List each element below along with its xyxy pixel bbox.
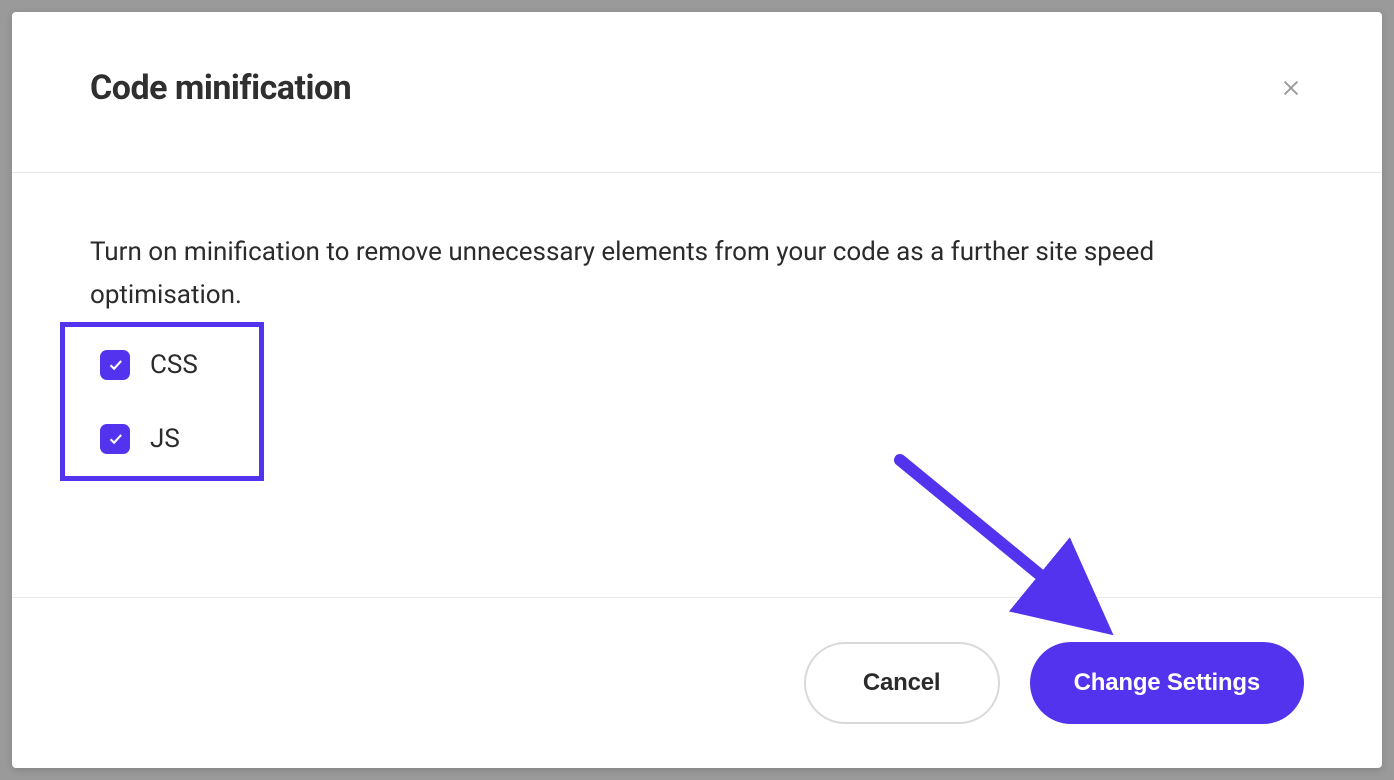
checkbox-js[interactable] <box>100 424 130 454</box>
change-settings-button[interactable]: Change Settings <box>1030 642 1304 724</box>
checkbox-label-css: CSS <box>150 350 198 380</box>
close-icon[interactable] <box>1278 75 1304 101</box>
checkbox-group: CSS JS <box>90 350 1304 454</box>
modal-description: Turn on minification to remove unnecessa… <box>90 231 1160 317</box>
modal-header: Code minification <box>12 12 1382 173</box>
checkbox-label-js: JS <box>150 424 180 454</box>
checkbox-row-css[interactable]: CSS <box>100 350 1304 380</box>
checkbox-css[interactable] <box>100 350 130 380</box>
code-minification-modal: Code minification Turn on minification t… <box>12 12 1382 768</box>
cancel-button[interactable]: Cancel <box>804 642 1000 724</box>
checkbox-row-js[interactable]: JS <box>100 424 1304 454</box>
modal-body: Turn on minification to remove unnecessa… <box>12 173 1382 597</box>
modal-footer: Cancel Change Settings <box>12 597 1382 768</box>
modal-title: Code minification <box>90 68 351 108</box>
